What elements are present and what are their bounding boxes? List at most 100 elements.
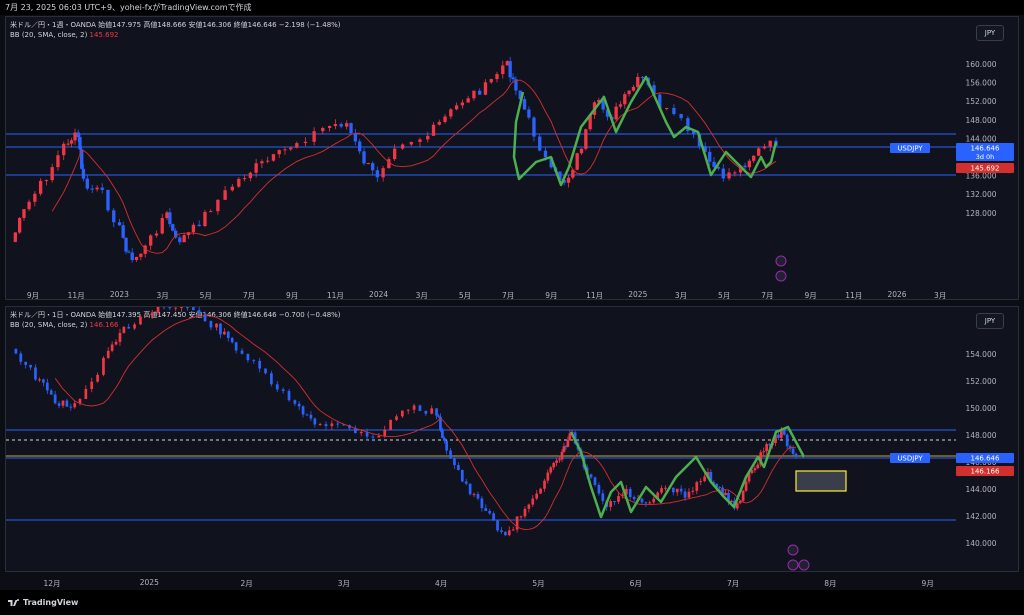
- candle-body: [496, 520, 499, 531]
- symbol-tag-text: USDJPY: [897, 455, 923, 463]
- x-tick-label: 11月: [67, 291, 85, 300]
- candle-body: [381, 168, 385, 178]
- event-marker-icon: [775, 255, 787, 267]
- candle-body: [617, 495, 620, 502]
- candle-body: [203, 313, 207, 322]
- weekly-chart-pane[interactable]: 米ドル／円・1週・OANDA 始値147.975 高値148.666 安値146…: [5, 16, 1019, 300]
- candle-body: [483, 82, 488, 95]
- candle-body: [460, 102, 465, 106]
- candle-body: [209, 321, 213, 328]
- x-tick-label: 2月: [240, 579, 253, 588]
- daily-chart-pane[interactable]: 米ドル／円・1日・OANDA 始値147.395 高値147.450 安値146…: [5, 306, 1019, 572]
- candle-body: [24, 361, 28, 365]
- candle-body: [321, 127, 325, 132]
- daily-time-axis[interactable]: 12月 2025 2月 3月 4月 5月 6月 7月 8月 9月: [5, 576, 975, 590]
- candle-body: [601, 493, 605, 501]
- candle-body: [727, 172, 731, 179]
- tradingview-logo[interactable]: TradingView: [8, 598, 78, 607]
- candle-body: [744, 481, 748, 491]
- candle-body: [765, 444, 768, 452]
- y-tick-label: 148.000: [965, 431, 996, 440]
- candle-body: [297, 403, 301, 407]
- y-tick-label: 144.000: [965, 134, 996, 143]
- candle-body: [118, 332, 122, 342]
- candle-body: [14, 348, 18, 354]
- x-tick-label: 7月: [502, 291, 515, 300]
- weekly-price-label-subtext: 3d 0h: [976, 153, 995, 161]
- candle-body: [309, 414, 313, 419]
- candle-body: [679, 488, 683, 492]
- candle-body: [464, 481, 468, 484]
- candle-body: [168, 307, 172, 309]
- y-tick-label: 160.000: [965, 60, 996, 69]
- candle-body: [339, 124, 343, 127]
- candle-body: [246, 353, 250, 361]
- candle-body: [377, 435, 381, 438]
- candle-body: [29, 364, 32, 368]
- candle-body: [449, 109, 453, 117]
- candle-body: [762, 451, 766, 453]
- candle-body: [695, 482, 699, 491]
- tradingview-logo-icon: [8, 598, 19, 606]
- candle-body: [216, 199, 220, 212]
- candle-body: [264, 368, 267, 374]
- candle-body: [333, 124, 338, 127]
- weekly-time-axis[interactable]: 9月 11月 2023 3月 5月 7月 9月 11月 2024 3月 5月 7月 9月 11月 2025 3…: [5, 288, 975, 302]
- candle-body: [165, 212, 169, 219]
- candle-body: [484, 508, 488, 511]
- x-tick-label: 3月: [415, 291, 428, 300]
- y-tick-label: 140.000: [965, 539, 996, 548]
- candle-body: [613, 501, 616, 503]
- candle-body: [186, 307, 189, 309]
- candle-body: [144, 315, 148, 317]
- candle-body: [733, 172, 737, 174]
- candle-body: [96, 374, 99, 382]
- candle-body: [69, 140, 74, 144]
- candle-body: [191, 307, 195, 311]
- candle-body: [133, 324, 136, 329]
- candle-body: [197, 310, 201, 314]
- candle-body: [691, 490, 695, 492]
- weekly-chart-canvas[interactable]: 160.000156.000152.000148.000144.000140.0…: [6, 17, 1018, 299]
- candle-body: [566, 440, 570, 447]
- candle-body: [106, 189, 110, 211]
- candle-body: [652, 498, 656, 503]
- x-tick-label: 2025: [139, 578, 159, 587]
- y-tick-label: 156.000: [965, 79, 996, 88]
- weekly-price-label-text: 146.646: [971, 145, 1000, 153]
- candle-body: [242, 178, 247, 180]
- candle-body: [395, 416, 398, 420]
- candle-body: [359, 431, 363, 434]
- target-zone-box: [795, 470, 847, 492]
- candle-body: [584, 129, 588, 149]
- candle-body: [234, 342, 238, 351]
- candle-body: [150, 312, 154, 316]
- candle-body: [112, 210, 116, 223]
- candle-body: [78, 137, 82, 150]
- candle-body: [393, 148, 397, 160]
- candle-body: [330, 423, 334, 427]
- candle-body: [34, 367, 37, 380]
- candle-body: [168, 212, 172, 225]
- daily-chart-canvas[interactable]: 154.000152.000150.000148.000146.000144.0…: [6, 307, 1018, 571]
- candle-body: [618, 104, 623, 107]
- candle-body: [535, 493, 539, 499]
- candle-body: [609, 501, 612, 507]
- candle-body: [223, 190, 227, 200]
- candle-body: [527, 109, 531, 118]
- candle-body: [223, 331, 226, 335]
- candle-body: [305, 414, 309, 416]
- candle-body: [437, 415, 440, 417]
- candle-body: [430, 408, 434, 414]
- candle-body: [555, 460, 558, 463]
- candle-body: [406, 409, 410, 411]
- y-tick-label: 132.000: [965, 190, 996, 199]
- candle-body: [287, 390, 291, 401]
- candle-body: [215, 323, 218, 328]
- candle-body: [106, 350, 110, 358]
- candle-body: [237, 178, 241, 187]
- candle-body: [303, 141, 308, 144]
- candle-body: [549, 467, 553, 473]
- candle-body: [507, 530, 511, 536]
- candle-body: [353, 133, 358, 142]
